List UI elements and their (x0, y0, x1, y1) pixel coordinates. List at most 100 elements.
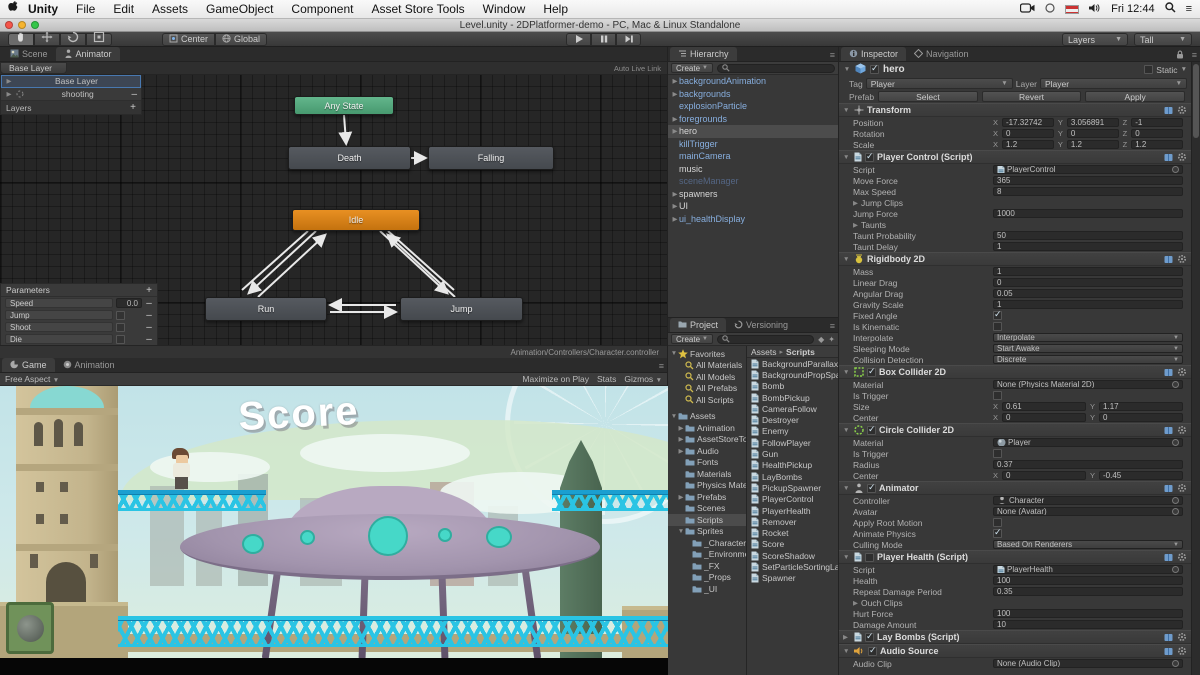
game-viewport[interactable]: Score (0, 386, 668, 658)
tab-scene[interactable]: Scene (2, 47, 56, 61)
project-tree-fx[interactable]: _FX (668, 560, 746, 572)
project-tree-assetstoretools[interactable]: ▶ AssetStoreTools (668, 434, 747, 446)
property-checkbox[interactable] (993, 391, 1002, 400)
property-checkbox[interactable] (993, 322, 1002, 331)
add-layer-button[interactable]: + (130, 103, 136, 113)
tab-animator[interactable]: Animator (55, 47, 120, 61)
remove-parameter-button[interactable]: – (145, 310, 153, 321)
parameter-name-field[interactable]: Jump (5, 310, 113, 320)
layers-dropdown[interactable]: Layers ▼ (1062, 33, 1128, 46)
panel-menu-icon[interactable]: ≡ (830, 321, 835, 331)
parameter-name-field[interactable]: Die (5, 334, 113, 344)
component-header-transform[interactable]: ▼ Transform (839, 103, 1191, 117)
scale-tool-button[interactable] (86, 31, 112, 46)
value-field[interactable]: 0 (993, 277, 1183, 288)
keyboard-layout-flag-icon[interactable] (1065, 4, 1080, 14)
object-picker-icon[interactable] (1172, 166, 1179, 173)
auto-live-link-button[interactable]: Auto Live Link (614, 64, 661, 73)
value-field[interactable]: 8 (993, 186, 1183, 197)
parameter-checkbox[interactable] (116, 322, 125, 332)
project-file-camerafollow[interactable]: CameraFollow (747, 403, 838, 414)
animator-graph-area[interactable]: Any State Death Falling Idle Run Jump Base La… (0, 62, 667, 358)
axis-field[interactable]: 0 (1131, 128, 1184, 139)
static-toggle[interactable]: Static ▼ (1144, 65, 1187, 75)
parameter-name-field[interactable]: Shoot (5, 322, 113, 332)
project-file-backgroundparallax[interactable]: BackgroundParallax (747, 358, 838, 369)
component-header-circle-collider-2d[interactable]: ▼ Circle Collider 2D (839, 423, 1191, 437)
state-node-run[interactable]: Run (205, 297, 327, 321)
parameter-name-field[interactable]: Speed (5, 298, 113, 308)
object-picker-icon[interactable] (1172, 439, 1179, 446)
move-tool-button[interactable] (34, 31, 60, 46)
property-checkbox[interactable] (993, 527, 1002, 538)
component-header-rigidbody-2d[interactable]: ▼ Rigidbody 2D (839, 252, 1191, 266)
add-parameter-button[interactable]: + (146, 285, 152, 295)
search-input[interactable] (716, 63, 835, 73)
project-file-bombpickup[interactable]: BombPickup (747, 392, 838, 403)
object-picker-icon[interactable] (1172, 508, 1179, 515)
component-header-player-health-script[interactable]: ▼ Player Health (Script) (839, 550, 1191, 564)
object-reference-field[interactable]: PlayerControl (993, 164, 1183, 175)
axis-field[interactable]: 1.2 (1131, 139, 1184, 150)
menu-assets[interactable]: Assets (152, 2, 188, 16)
value-field[interactable]: 0.35 (993, 586, 1183, 597)
component-enabled-checkbox[interactable] (865, 151, 874, 162)
axis-field[interactable]: 0.61 (1002, 401, 1086, 412)
step-button[interactable] (616, 33, 641, 46)
project-tree-characters[interactable]: _Characters (668, 537, 746, 549)
component-header-audio-source[interactable]: ▼ Audio Source (839, 644, 1191, 658)
tab-game[interactable]: Game (2, 358, 55, 372)
axis-field[interactable]: 1.17 (1099, 401, 1183, 412)
project-tree-ui[interactable]: _UI (668, 583, 746, 595)
axis-field[interactable]: -17.32742 (1002, 117, 1054, 128)
state-node-any-state[interactable]: Any State (294, 96, 394, 115)
value-field[interactable]: 50 (993, 230, 1183, 241)
component-header-lay-bombs-script[interactable]: ▶ Lay Bombs (Script) (839, 630, 1191, 644)
parameter-checkbox[interactable] (116, 334, 125, 344)
component-header-player-control-script[interactable]: ▼ Player Control (Script) (839, 150, 1191, 164)
remove-parameter-button[interactable]: – (145, 298, 153, 309)
project-tree-favorites[interactable]: ▼ Favorites (668, 348, 746, 360)
object-reference-field[interactable]: None (Avatar) (993, 506, 1183, 517)
project-tree-all-materials[interactable]: All Materials (668, 360, 746, 372)
breadcrumb-scripts[interactable]: Scripts (786, 347, 815, 357)
spotlight-search-icon[interactable] (1164, 0, 1176, 18)
state-node-idle[interactable]: Idle (292, 209, 420, 231)
menu-gameobject[interactable]: GameObject (206, 2, 273, 16)
property-dropdown[interactable]: Discrete ▼ (993, 354, 1183, 365)
hierarchy-item-backgroundanimation[interactable]: ▶ backgroundAnimation (668, 75, 838, 88)
value-field[interactable]: 1000 (993, 208, 1183, 219)
object-reference-field[interactable]: PlayerHealth (993, 564, 1183, 575)
object-picker-icon[interactable] (1172, 497, 1179, 504)
inspector-scrollbar[interactable] (1191, 62, 1200, 675)
hierarchy-item-hero[interactable]: ▶ hero (668, 125, 838, 138)
search-by-type-icon[interactable]: ◆ (818, 335, 824, 344)
property-dropdown[interactable]: Based On Renderers ▼ (993, 539, 1183, 550)
value-field[interactable]: 1 (993, 241, 1183, 252)
scrollbar-thumb[interactable] (1193, 64, 1199, 138)
stats-button[interactable]: Stats (597, 374, 616, 384)
state-node-falling[interactable]: Falling (428, 146, 554, 170)
component-enabled-checkbox[interactable] (867, 366, 876, 377)
breadcrumb[interactable]: Base Layer (0, 62, 67, 74)
project-file-pickupspawner[interactable]: PickupSpawner (747, 482, 838, 493)
animator-layer-shooting[interactable]: ▶ shooting – (1, 88, 141, 101)
volume-icon[interactable] (1089, 0, 1101, 18)
hierarchy-item-spawners[interactable]: ▶ spawners (668, 188, 838, 201)
create-button[interactable]: Create ▼ (671, 63, 713, 73)
aspect-dropdown[interactable]: Free Aspect ▼ (5, 374, 59, 384)
tab-animation[interactable]: Animation (55, 358, 123, 372)
active-checkbox[interactable] (870, 63, 879, 74)
project-file-followplayer[interactable]: FollowPlayer (747, 437, 838, 448)
project-file-scoreshadow[interactable]: ScoreShadow (747, 550, 838, 561)
hierarchy-item-maincamera[interactable]: mainCamera (668, 150, 838, 163)
value-field[interactable]: 1 (993, 266, 1183, 277)
component-enabled-checkbox[interactable] (865, 552, 874, 562)
axis-field[interactable]: -0.45 (1099, 470, 1183, 481)
project-file-score[interactable]: Score (747, 539, 838, 550)
apple-menu-icon[interactable] (8, 0, 19, 18)
axis-field[interactable]: 0 (1002, 128, 1054, 139)
object-picker-icon[interactable] (1172, 381, 1179, 388)
component-enabled-checkbox[interactable] (868, 645, 877, 656)
project-tree-audio[interactable]: ▶ Audio (668, 445, 746, 457)
